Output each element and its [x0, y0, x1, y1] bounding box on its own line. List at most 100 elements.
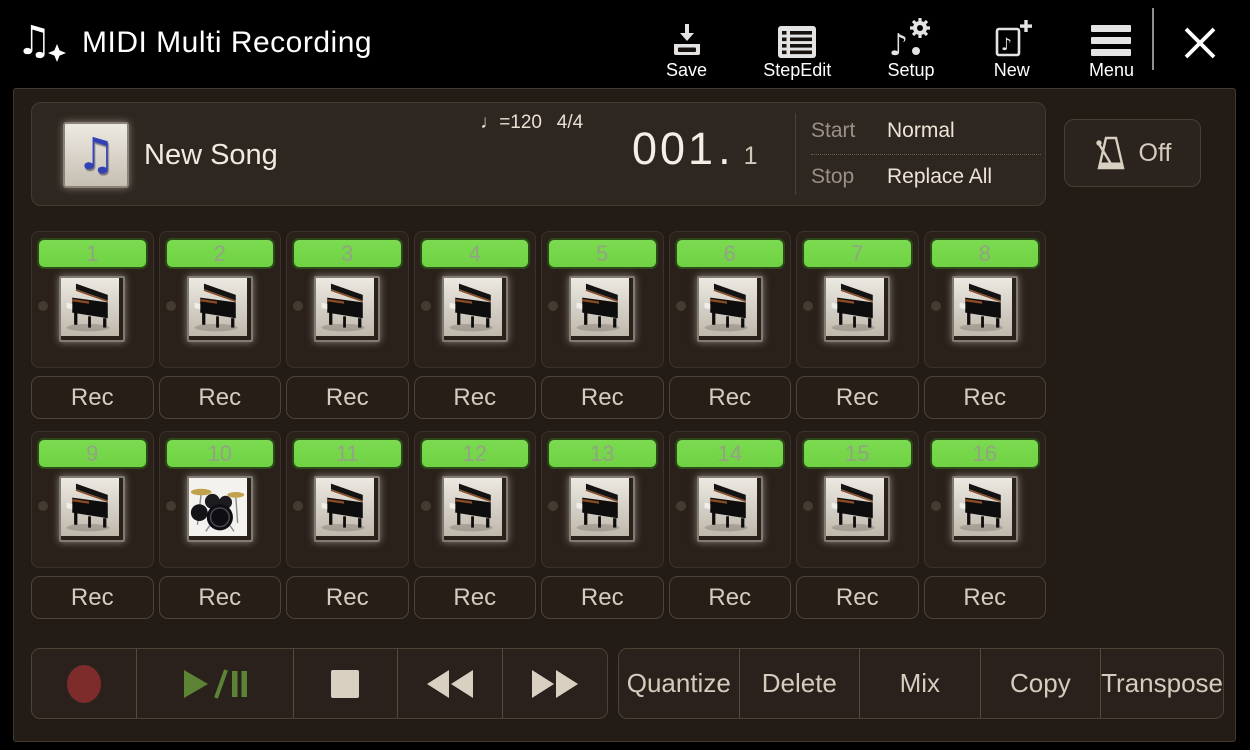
song-notes-icon[interactable]: ♫: [63, 122, 129, 188]
rec-button[interactable]: Rec: [414, 376, 537, 419]
play-pause-button[interactable]: [136, 649, 293, 718]
track-number: 2: [214, 241, 226, 267]
track-cell[interactable]: 13: [541, 431, 664, 568]
track-cell[interactable]: 2: [159, 231, 282, 368]
song-name[interactable]: New Song: [144, 139, 278, 172]
track-cell[interactable]: 5: [541, 231, 664, 368]
quantize-button[interactable]: Quantize: [619, 649, 739, 718]
track-number-badge[interactable]: 9: [37, 438, 148, 469]
track-number-badge[interactable]: 4: [420, 238, 531, 269]
new-song-button[interactable]: ♪ New: [991, 8, 1033, 80]
track-cell[interactable]: 7: [796, 231, 919, 368]
top-bar: ♫ MIDI Multi Recording Save: [0, 0, 1250, 88]
fast-forward-button[interactable]: [502, 649, 607, 718]
start-value: Normal: [887, 119, 955, 143]
rec-button[interactable]: Rec: [669, 576, 792, 619]
track-cell[interactable]: 12: [414, 431, 537, 568]
save-button[interactable]: Save: [666, 8, 707, 80]
rec-label: Rec: [963, 384, 1006, 412]
piano-icon: [699, 478, 757, 536]
rec-button[interactable]: Rec: [31, 376, 154, 419]
track-cell[interactable]: 14: [669, 431, 792, 568]
track-number: 6: [724, 241, 736, 267]
track-cell[interactable]: 3: [286, 231, 409, 368]
copy-button[interactable]: Copy: [980, 649, 1101, 718]
start-setting-row[interactable]: Start Normal: [811, 108, 1041, 155]
track-row-2: 9: [31, 431, 1046, 568]
track-number-badge[interactable]: 13: [547, 438, 658, 469]
track-status-dot: [676, 501, 686, 511]
track-cell[interactable]: 8: [924, 231, 1047, 368]
rec-label: Rec: [198, 384, 241, 412]
record-button[interactable]: [32, 649, 136, 718]
rec-button[interactable]: Rec: [414, 576, 537, 619]
rec-button[interactable]: Rec: [159, 376, 282, 419]
track-number: 8: [979, 241, 991, 267]
transpose-button[interactable]: Transpose: [1100, 649, 1223, 718]
track-cell[interactable]: 9: [31, 431, 154, 568]
track-number-badge[interactable]: 12: [420, 438, 531, 469]
piano-icon: [444, 478, 502, 536]
track-status-dot: [803, 501, 813, 511]
tempo-value: ♩=120: [430, 112, 542, 134]
track-cell[interactable]: 1: [31, 231, 154, 368]
track-number-badge[interactable]: 5: [547, 238, 658, 269]
rec-button[interactable]: Rec: [796, 576, 919, 619]
track-status-dot: [931, 301, 941, 311]
record-icon: [67, 665, 101, 703]
rec-button[interactable]: Rec: [286, 376, 409, 419]
rec-button[interactable]: Rec: [286, 576, 409, 619]
rec-button[interactable]: Rec: [796, 376, 919, 419]
track-status-dot: [421, 301, 431, 311]
track-number-badge[interactable]: 3: [292, 238, 403, 269]
rec-button[interactable]: Rec: [31, 576, 154, 619]
panel-divider: [795, 113, 796, 195]
rewind-button[interactable]: [397, 649, 502, 718]
menu-button[interactable]: Menu: [1089, 8, 1134, 80]
instrument-image: [952, 276, 1018, 342]
content-frame: ♫ New Song ♩=120 4/4 001 . 1 Start Norma…: [13, 88, 1236, 742]
track-cell[interactable]: 11: [286, 431, 409, 568]
instrument-image: [697, 476, 763, 542]
track-number-badge[interactable]: 6: [675, 238, 786, 269]
track-cell[interactable]: 4: [414, 231, 537, 368]
track-status-dot: [38, 501, 48, 511]
track-number-badge[interactable]: 1: [37, 238, 148, 269]
track-number-badge[interactable]: 15: [802, 438, 913, 469]
track-number-badge[interactable]: 2: [165, 238, 276, 269]
rec-button[interactable]: Rec: [924, 376, 1047, 419]
rec-button[interactable]: Rec: [541, 576, 664, 619]
track-status-dot: [166, 501, 176, 511]
step-edit-button[interactable]: StepEdit: [763, 8, 831, 80]
track-number-badge[interactable]: 16: [930, 438, 1041, 469]
track-cell[interactable]: 10: [159, 431, 282, 568]
track-number-badge[interactable]: 11: [292, 438, 403, 469]
metronome-button[interactable]: Off: [1064, 119, 1201, 187]
instrument-image: [697, 276, 763, 342]
track-number: 9: [86, 441, 98, 467]
track-number: 4: [469, 241, 481, 267]
track-number-badge[interactable]: 14: [675, 438, 786, 469]
rec-button[interactable]: Rec: [669, 376, 792, 419]
stop-setting-row[interactable]: Stop Replace All: [811, 155, 1041, 201]
stop-button[interactable]: [293, 649, 398, 718]
piano-icon: [61, 278, 119, 336]
track-cell[interactable]: 6: [669, 231, 792, 368]
save-icon: [669, 15, 705, 59]
track-cell[interactable]: 16: [924, 431, 1047, 568]
rec-button[interactable]: Rec: [541, 376, 664, 419]
rec-button[interactable]: Rec: [924, 576, 1047, 619]
track-number-badge[interactable]: 8: [930, 238, 1041, 269]
track-status-dot: [548, 301, 558, 311]
delete-button[interactable]: Delete: [739, 649, 860, 718]
track-cell[interactable]: 15: [796, 431, 919, 568]
setup-button[interactable]: ♪ Setup: [887, 8, 934, 80]
close-button[interactable]: [1180, 22, 1220, 64]
mix-button[interactable]: Mix: [859, 649, 980, 718]
track-number-badge[interactable]: 7: [802, 238, 913, 269]
track-number-badge[interactable]: 10: [165, 438, 276, 469]
rec-row-2: RecRecRecRecRecRecRecRec: [31, 576, 1046, 619]
new-song-label: New: [994, 60, 1030, 80]
piano-icon: [444, 278, 502, 336]
rec-button[interactable]: Rec: [159, 576, 282, 619]
